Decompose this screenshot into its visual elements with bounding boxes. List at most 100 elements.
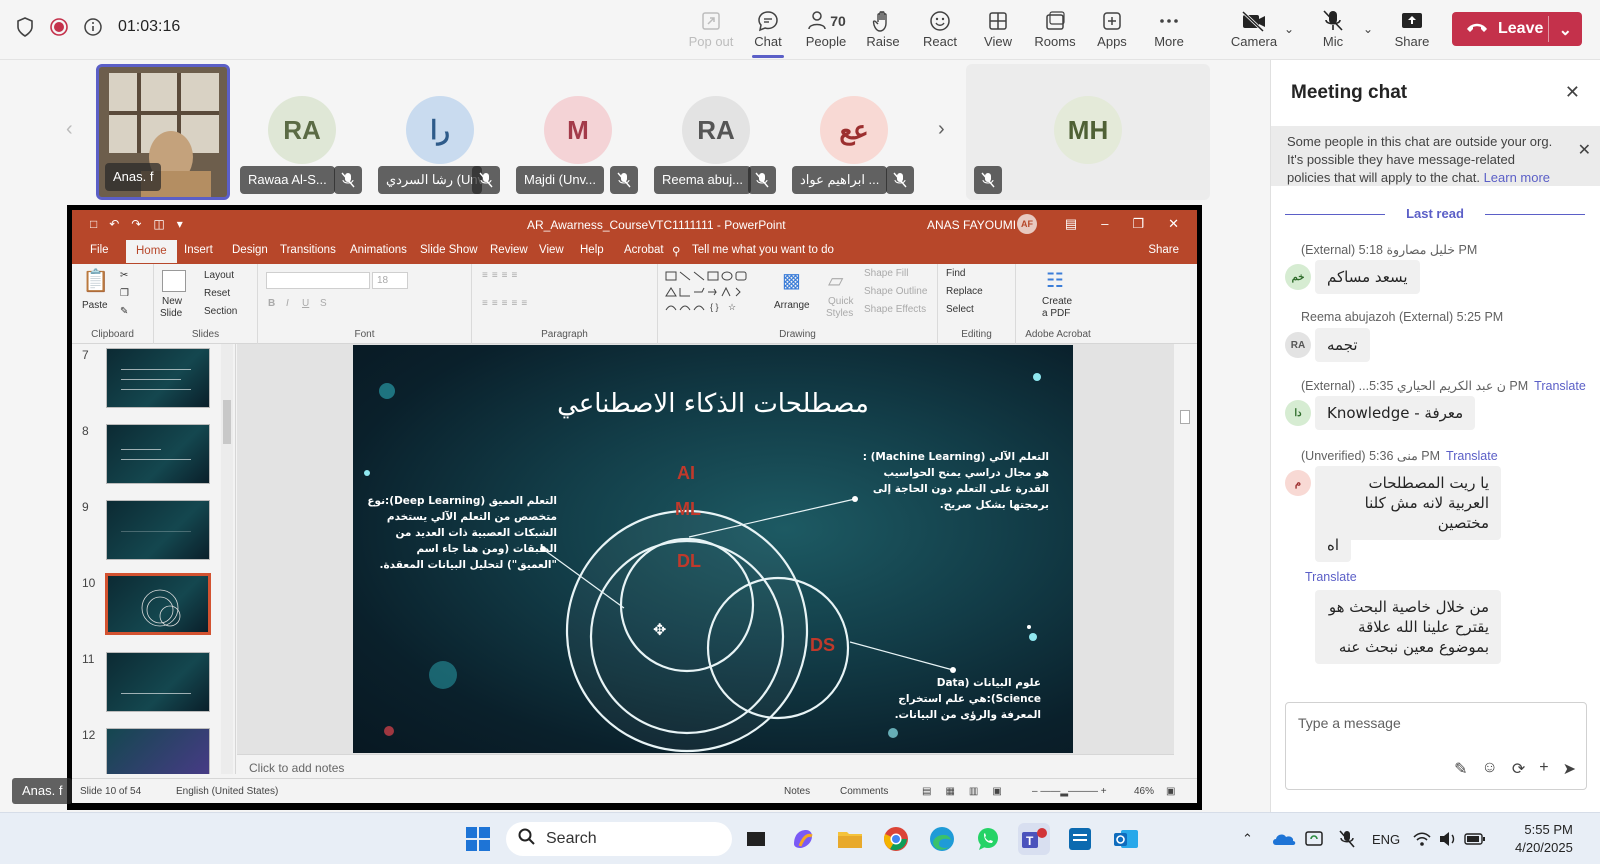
system-clock[interactable]: 5:55 PM 4/20/2025 (1515, 821, 1573, 857)
format-painter-icon[interactable]: ✎ (120, 306, 128, 317)
emoji-icon[interactable]: ☺ (1482, 759, 1498, 779)
paste-icon[interactable]: 📋 (82, 268, 109, 294)
cut-icon[interactable]: ✂ (120, 270, 128, 281)
quick-styles-button[interactable]: Quick (828, 296, 854, 307)
create-pdf-button[interactable]: Create (1042, 296, 1072, 307)
list-icons[interactable]: ≡≡≡≡ (482, 270, 521, 281)
reset-button[interactable]: Reset (204, 288, 230, 299)
minimize-icon[interactable]: – (1101, 216, 1108, 232)
font-name-box[interactable] (266, 272, 370, 289)
mic-button[interactable]: Mic (1303, 8, 1363, 56)
chat-button[interactable]: Chat (738, 8, 798, 58)
slide-thumbnail[interactable] (106, 348, 210, 408)
language-status[interactable]: English (United States) (176, 786, 278, 797)
teams-icon[interactable]: T (1018, 823, 1050, 855)
message-bubble[interactable]: يسعد مساكم (1315, 260, 1420, 294)
undo-icon[interactable]: ↶ (109, 217, 119, 231)
slide-thumbnail[interactable] (106, 728, 210, 774)
shadow-icon[interactable]: S (320, 298, 327, 309)
edge-icon[interactable] (926, 823, 958, 855)
translate-link[interactable]: Translate (1305, 570, 1357, 584)
slide[interactable]: مصطلحات الذكاء الاصطناعي AI ML DL DS الت… (353, 345, 1073, 753)
new-slide-button[interactable]: New (162, 296, 182, 307)
tab-home[interactable]: Home (126, 240, 177, 263)
file-explorer-icon[interactable] (834, 823, 866, 855)
participant-tile[interactable]: MH (966, 64, 1210, 200)
more-button[interactable]: More (1139, 8, 1199, 56)
language-indicator[interactable]: ENG (1372, 813, 1400, 864)
slide-scrollbar[interactable] (1174, 344, 1197, 778)
apps-button[interactable]: Apps (1082, 8, 1142, 56)
task-view-icon[interactable] (740, 823, 772, 855)
arrange-button[interactable]: Arrange (774, 300, 810, 311)
onedrive-icon[interactable] (1272, 813, 1296, 864)
camera-button[interactable]: Camera (1224, 8, 1284, 56)
tab-acrobat[interactable]: Acrobat (624, 244, 664, 256)
tab-insert[interactable]: Insert (184, 244, 213, 256)
wifi-icon[interactable] (1412, 813, 1432, 864)
participant-tile-video[interactable]: Anas. f (96, 64, 230, 200)
zoom-level[interactable]: 46% (1134, 786, 1154, 797)
message-bubble[interactable]: من خلال خاصية البحث هو يقترح علينا الله … (1315, 590, 1501, 664)
zoom-slider[interactable]: – ——▂——— + (1032, 786, 1107, 797)
loop-icon[interactable]: ⟳ (1512, 759, 1525, 779)
taskbar-search[interactable]: Search (506, 822, 732, 856)
view-button[interactable]: View (968, 8, 1028, 56)
notes-toggle[interactable]: Notes (784, 786, 810, 797)
tab-file[interactable]: File (90, 244, 109, 256)
close-icon[interactable]: ✕ (1168, 216, 1179, 232)
battery-icon[interactable] (1464, 813, 1486, 864)
tab-design[interactable]: Design (232, 244, 268, 256)
share-button[interactable]: Share (1382, 8, 1442, 56)
find-button[interactable]: Find (946, 268, 965, 279)
shape-fill-button[interactable]: Shape Fill (864, 268, 908, 279)
info-icon[interactable] (82, 16, 104, 38)
participant-tile[interactable]: M Majdi (Unv... (510, 64, 644, 200)
message-bubble[interactable]: Knowledge - معرفة (1315, 396, 1476, 430)
translate-link[interactable]: Translate (1534, 379, 1586, 393)
learn-more-link[interactable]: Learn more (1484, 170, 1550, 185)
outlook-icon[interactable] (1110, 823, 1142, 855)
slide-thumbnail-selected[interactable] (105, 573, 211, 635)
shape-outline-button[interactable]: Shape Outline (864, 286, 927, 297)
mic-options-chevron-icon[interactable]: ⌄ (1363, 22, 1373, 36)
present-icon[interactable]: ◫ (153, 217, 164, 231)
participant-tile[interactable]: RA Rawaa Al-S... (234, 64, 368, 200)
copy-icon[interactable]: ❐ (120, 288, 129, 299)
popout-button[interactable]: Pop out (681, 8, 741, 56)
volume-icon[interactable] (1438, 813, 1458, 864)
tab-animations[interactable]: Animations (350, 244, 407, 256)
compose-box[interactable]: Type a message ✎ ☺ ⟳ + ➤ (1285, 702, 1587, 790)
people-button[interactable]: 70 People (796, 8, 856, 56)
shapes-gallery-icon[interactable]: { } ☆ (664, 270, 768, 316)
strip-next-arrow-icon[interactable]: › (938, 118, 945, 141)
create-pdf-icon[interactable]: ☷ (1046, 268, 1064, 293)
account-avatar[interactable]: AF (1017, 214, 1037, 234)
slide-thumbnail[interactable] (106, 500, 210, 560)
camera-options-chevron-icon[interactable]: ⌄ (1284, 22, 1294, 36)
participant-tile[interactable]: را رشا السردي (Unv... (372, 64, 506, 200)
bold-icon[interactable]: B (268, 298, 275, 309)
slide-thumbnail[interactable] (106, 652, 210, 712)
shape-effects-button[interactable]: Shape Effects (864, 304, 926, 315)
restore-icon[interactable]: ❐ (1132, 216, 1144, 232)
notes-pane[interactable]: Click to add notes (237, 754, 1174, 778)
pp-share-button[interactable]: Share (1148, 244, 1179, 256)
windows-start-icon[interactable] (462, 823, 494, 855)
thumbnails-scrollbar[interactable] (221, 344, 233, 774)
leave-options-chevron-icon[interactable]: ⌄ (1559, 20, 1572, 40)
message-input[interactable]: Type a message (1298, 715, 1401, 731)
tab-review[interactable]: Review (490, 244, 528, 256)
message-bubble[interactable]: اه (1315, 528, 1352, 562)
rooms-button[interactable]: Rooms (1025, 8, 1085, 56)
sync-icon[interactable] (1304, 813, 1324, 864)
save-icon[interactable]: □ (90, 217, 97, 231)
slide-thumbnail[interactable] (106, 424, 210, 484)
raise-hand-button[interactable]: Raise (853, 8, 913, 56)
replace-button[interactable]: Replace (946, 286, 983, 297)
layout-button[interactable]: Layout (204, 270, 234, 281)
view-mode-icons[interactable]: ▤▦▥▣ (922, 786, 1016, 797)
italic-icon[interactable]: I (286, 298, 289, 309)
webex-icon[interactable] (1064, 823, 1096, 855)
tab-slide-show[interactable]: Slide Show (420, 244, 478, 256)
